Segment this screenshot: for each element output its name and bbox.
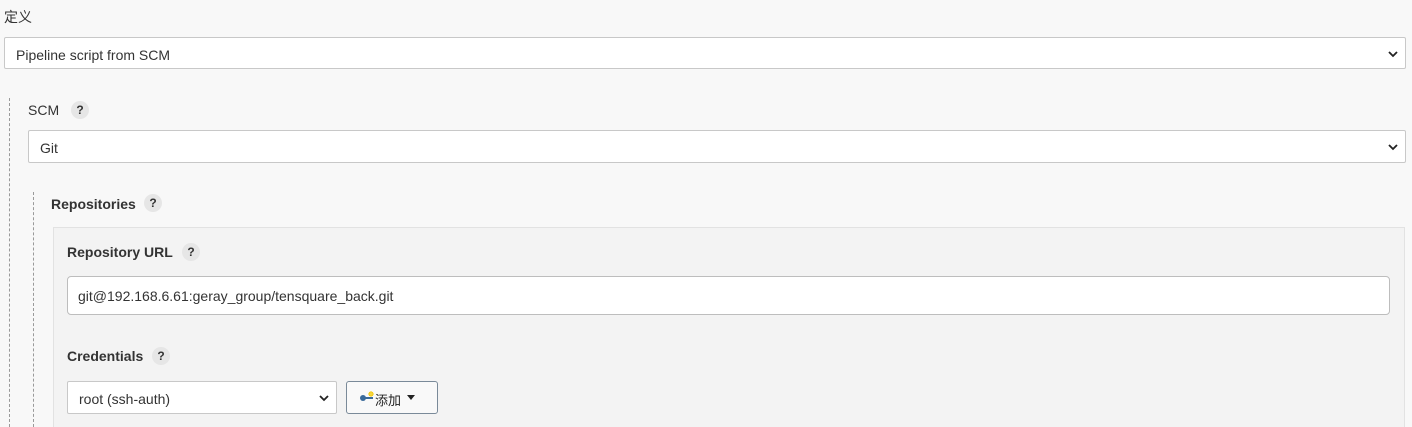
scm-help-icon[interactable]: ?: [71, 101, 89, 119]
repository-url-input[interactable]: [67, 276, 1390, 315]
definition-label: 定义: [4, 9, 32, 25]
credentials-select[interactable]: root (ssh-auth): [67, 381, 337, 414]
credentials-select-value: root (ssh-auth): [79, 391, 171, 407]
chevron-down-icon: [1388, 144, 1398, 151]
chevron-down-icon: [319, 395, 329, 402]
repositories-help-icon[interactable]: ?: [144, 194, 162, 212]
credentials-help-icon[interactable]: ?: [152, 347, 170, 365]
repository-url-label: Repository URL: [67, 244, 173, 260]
scm-label: SCM: [28, 102, 60, 118]
scm-select-value: Git: [40, 140, 58, 156]
add-credentials-button[interactable]: 添加: [346, 381, 438, 414]
caret-down-icon: [407, 395, 415, 400]
repositories-label: Repositories: [51, 196, 136, 212]
credentials-label: Credentials: [67, 348, 144, 364]
pipeline-config-section: 定义 Pipeline script from SCM SCM ? Git Re…: [0, 0, 1412, 427]
definition-select-value: Pipeline script from SCM: [16, 47, 171, 63]
scm-indent-guide: [9, 98, 10, 427]
definition-select[interactable]: Pipeline script from SCM: [4, 37, 1406, 69]
scm-select[interactable]: Git: [28, 130, 1406, 163]
chevron-down-icon: [1388, 51, 1398, 58]
add-button-label: 添加: [375, 393, 402, 408]
repositories-indent-guide: [33, 192, 34, 427]
repository-url-help-icon[interactable]: ?: [182, 243, 200, 261]
